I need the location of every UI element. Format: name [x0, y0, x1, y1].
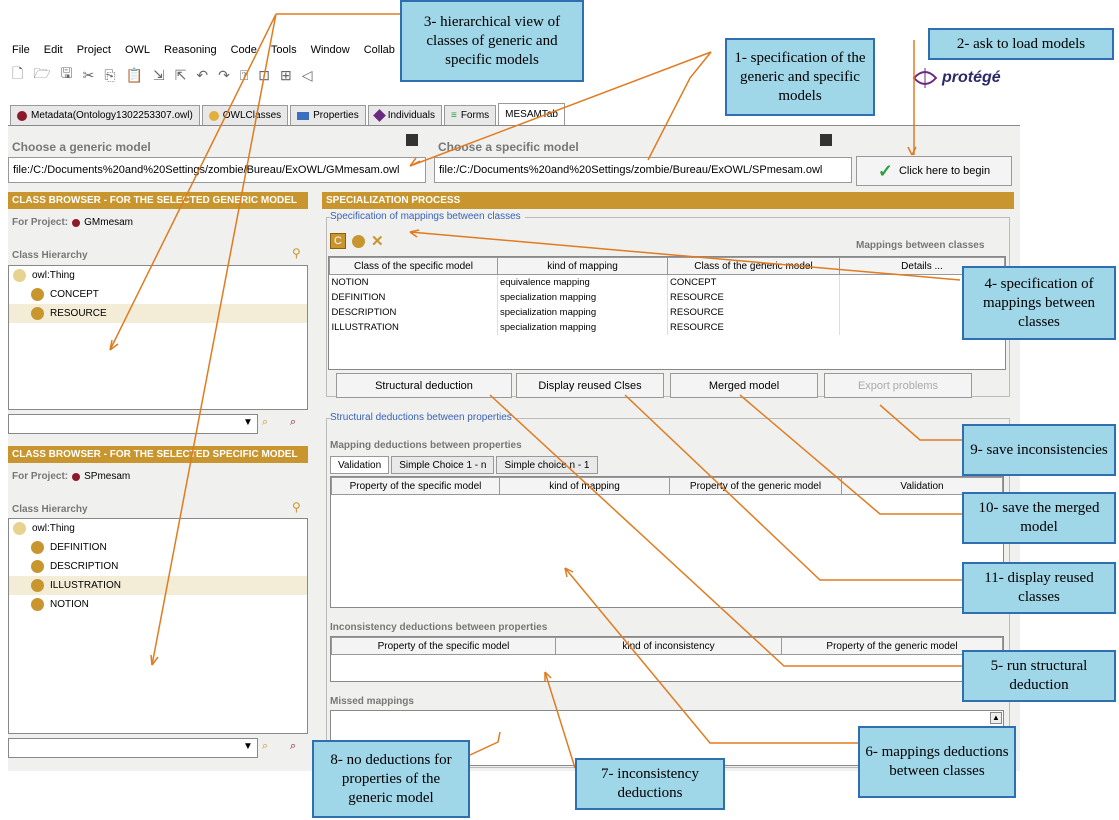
- callout-5: 5- run structural deduction: [962, 650, 1116, 702]
- annotation-arrows: [109, 13, 962, 769]
- callout-11: 11- display reused classes: [962, 562, 1116, 614]
- callout-8: 8- no deductions for properties of the g…: [312, 740, 470, 818]
- callout-6: 6- mappings deductions between classes: [858, 726, 1016, 798]
- callout-7: 7- inconsistency deductions: [575, 758, 725, 810]
- callout-4: 4- specification of mappings between cla…: [962, 266, 1116, 340]
- callout-9: 9- save inconsistencies: [962, 424, 1116, 476]
- callout-3: 3- hierarchical view of classes of gener…: [400, 0, 584, 82]
- callout-10: 10- save the merged model: [962, 492, 1116, 544]
- callout-1: 1- specification of the generic and spec…: [725, 38, 875, 116]
- protege-window: File Edit Project OWL Reasoning Code Too…: [0, 0, 1119, 820]
- callout-2: 2- ask to load models: [928, 28, 1114, 60]
